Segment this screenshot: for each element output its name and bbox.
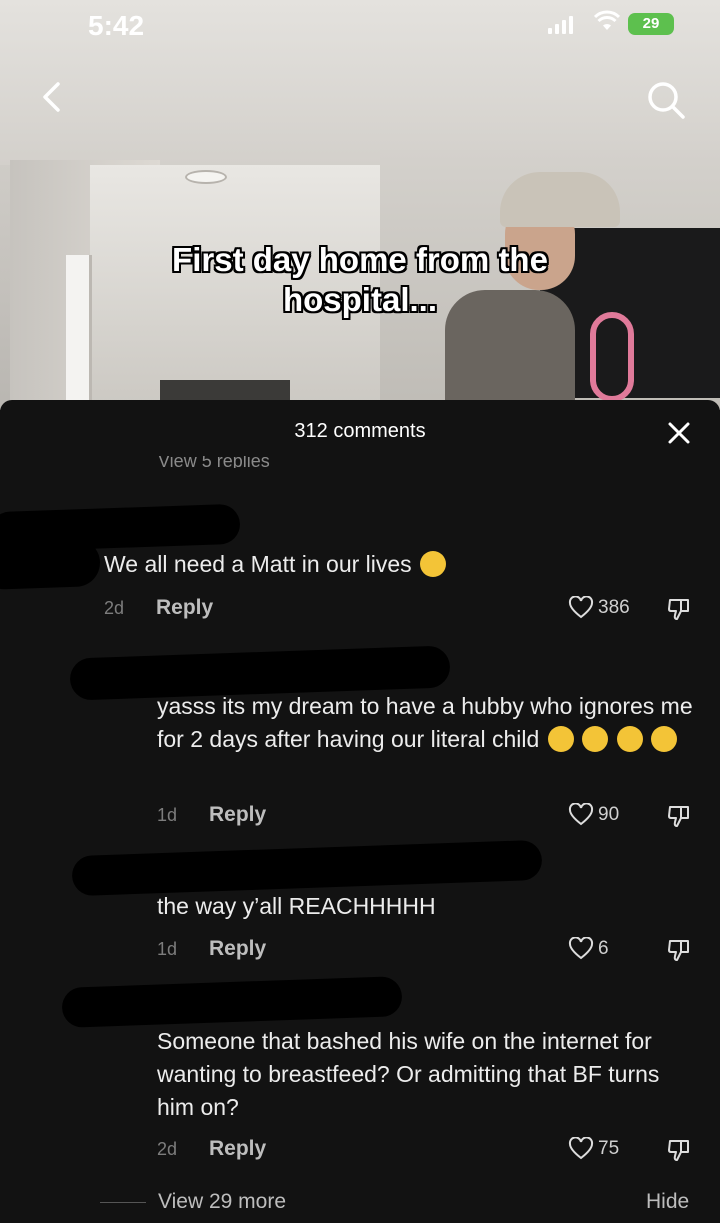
comment-text: We all need a Matt in our lives <box>104 551 412 577</box>
heart-icon <box>568 596 594 619</box>
winking-tongue-emoji <box>616 726 643 752</box>
comment-meta: 1d Reply <box>157 803 266 827</box>
hide-replies-button[interactable]: Hide <box>646 1190 689 1214</box>
dislike-button[interactable] <box>666 596 692 622</box>
video-caption: First day home from the hospital... <box>172 241 548 318</box>
replies-footer: View 29 more Hide <box>0 1184 720 1220</box>
thumbs-down-icon <box>668 806 689 827</box>
like-button[interactable]: 75 <box>568 1137 619 1161</box>
chevron-left-icon <box>43 82 60 112</box>
comment-item: We all need a Matt in our lives <box>104 548 664 581</box>
reply-button[interactable]: Reply <box>156 596 213 620</box>
like-count: 6 <box>598 938 609 959</box>
dislike-button[interactable] <box>666 937 692 963</box>
reply-button[interactable]: Reply <box>209 937 266 961</box>
comment-date: 1d <box>157 938 178 959</box>
comment-date: 2d <box>104 597 125 618</box>
comment-text: Someone that bashed his wife on the inte… <box>157 1028 660 1120</box>
status-bar: 5:42 29 <box>0 0 720 48</box>
like-button[interactable]: 386 <box>568 596 630 620</box>
comment-text: the way y’all REACHHHHH <box>157 893 436 919</box>
signal-icon <box>548 14 573 34</box>
like-button[interactable]: 6 <box>568 937 609 961</box>
comment-item: yasss its my dream to have a hubby who i… <box>157 690 697 756</box>
redacted-username <box>71 839 543 897</box>
star-struck-emoji <box>582 726 609 752</box>
view-replies-link[interactable]: View 5 replies <box>158 456 270 468</box>
status-time: 5:42 <box>88 10 145 41</box>
thumbs-down-icon <box>668 599 689 620</box>
close-icon <box>668 422 690 444</box>
view-more-replies-button[interactable]: View 29 more <box>158 1190 286 1214</box>
video-person-cap <box>500 172 620 227</box>
divider <box>100 1202 146 1203</box>
heart-icon <box>568 937 594 960</box>
redacted-avatar <box>0 537 101 591</box>
reply-button[interactable]: Reply <box>209 803 266 827</box>
comment-meta: 2d Reply <box>157 1137 266 1161</box>
battery-icon: 29 <box>628 13 674 35</box>
comments-count-title: 312 comments <box>294 420 426 442</box>
comment-text: yasss its my dream to have a hubby who i… <box>157 693 693 752</box>
comment-meta: 2d Reply <box>104 596 213 620</box>
reply-button[interactable]: Reply <box>209 1137 266 1161</box>
heart-eyes-emoji <box>547 726 574 752</box>
search-button[interactable] <box>644 78 688 122</box>
video-ceiling-light <box>185 170 227 184</box>
comment-date: 2d <box>157 1138 178 1159</box>
close-button[interactable] <box>664 418 694 448</box>
redacted-username <box>61 976 403 1028</box>
like-count: 75 <box>598 1138 620 1159</box>
comments-sheet: 312 comments View 5 replies We all need … <box>0 400 720 1223</box>
wifi-icon <box>593 10 621 39</box>
crying-face-emoji <box>420 551 447 577</box>
video-pink-strap <box>590 312 634 402</box>
comment-date: 1d <box>157 804 178 825</box>
comment-item: the way y’all REACHHHHH <box>157 890 697 923</box>
comment-meta: 1d Reply <box>157 937 266 961</box>
comment-item: Someone that bashed his wife on the inte… <box>157 1025 702 1124</box>
heart-icon <box>568 1137 594 1160</box>
thumbs-down-icon <box>668 940 689 961</box>
like-count: 90 <box>598 804 620 825</box>
dislike-button[interactable] <box>666 803 692 829</box>
like-button[interactable]: 90 <box>568 803 619 827</box>
dislike-button[interactable] <box>666 1137 692 1163</box>
heart-icon <box>568 803 594 826</box>
back-button[interactable] <box>36 80 70 114</box>
search-icon <box>648 82 685 119</box>
thumbs-down-icon <box>668 1140 689 1161</box>
video-doorframe <box>66 255 92 405</box>
video-frame[interactable]: First day home from the hospital... <box>0 0 720 410</box>
like-count: 386 <box>598 597 630 618</box>
zany-face-emoji <box>651 726 678 752</box>
